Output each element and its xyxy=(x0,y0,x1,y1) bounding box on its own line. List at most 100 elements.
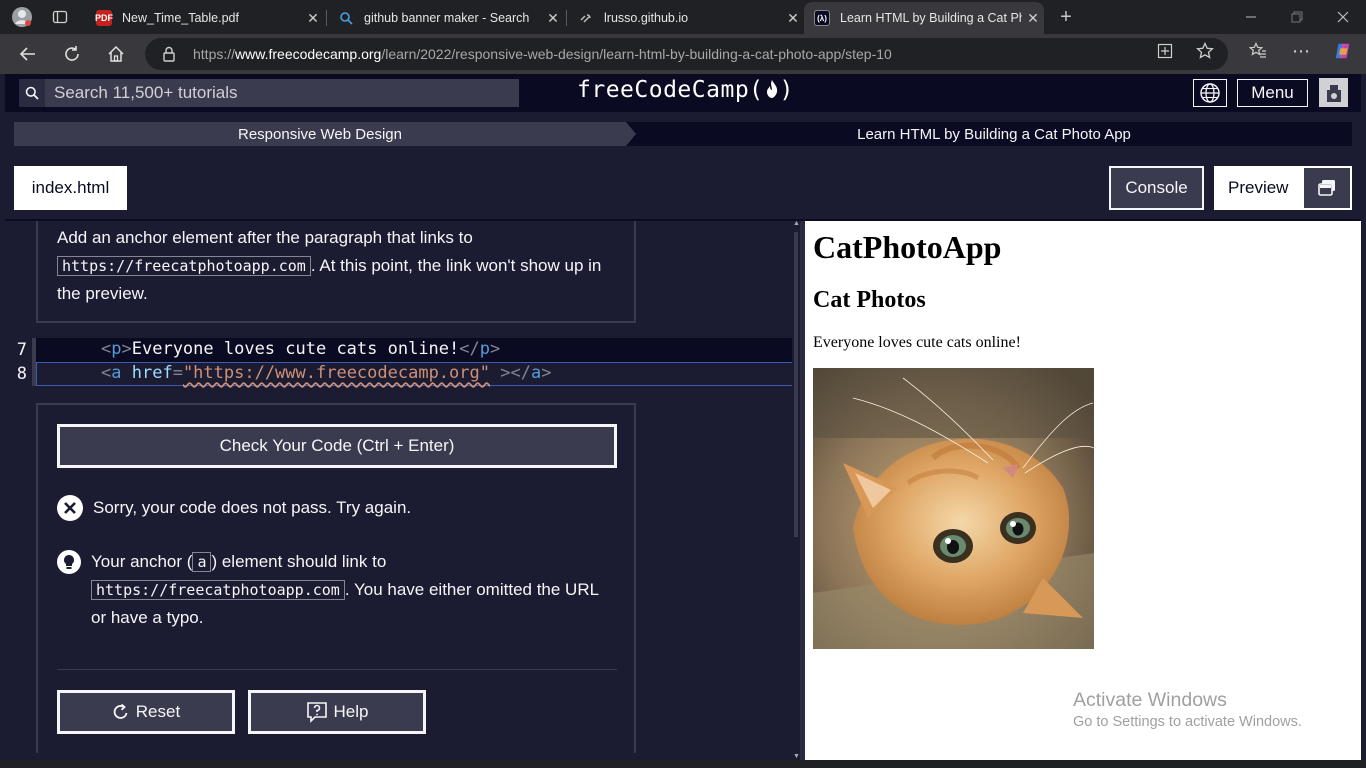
instructions-url-code: https://freecatphotoapp.com xyxy=(57,255,311,276)
tab-title: github banner maker - Search xyxy=(364,11,530,25)
more-options-icon[interactable]: ⋯ xyxy=(1291,41,1311,61)
avatar[interactable] xyxy=(1319,78,1348,107)
back-icon[interactable] xyxy=(14,40,42,68)
search-input[interactable]: Search 11,500+ tutorials xyxy=(19,79,519,107)
token: </ xyxy=(510,363,531,383)
url-text[interactable]: https://www.freecodecamp.org/learn/2022/… xyxy=(193,46,892,62)
token: Everyone loves cute cats online! xyxy=(131,339,460,359)
token: > xyxy=(500,363,511,383)
preview-button[interactable]: Preview xyxy=(1214,166,1352,210)
search-placeholder: Search 11,500+ tutorials xyxy=(54,83,238,102)
copilot-icon[interactable] xyxy=(1333,41,1353,61)
tab-fcc-active[interactable]: (λ) Learn HTML by Building a Cat Pho ✕ xyxy=(804,2,1044,34)
tab-lrusso[interactable]: lrusso.github.io ✕ xyxy=(568,2,804,34)
hint-text-line1: Your anchor (a) element should link to xyxy=(91,548,617,576)
close-icon[interactable]: ✕ xyxy=(782,10,804,27)
window-bottom-edge xyxy=(0,760,1366,768)
token: < xyxy=(101,363,112,383)
hint-code-tag: a xyxy=(192,552,212,572)
reset-button[interactable]: Reset xyxy=(57,690,235,734)
tab-pdf[interactable]: PDF New_Time_Table.pdf ✕ xyxy=(86,2,324,34)
token: a xyxy=(111,363,122,383)
preview-label: Preview xyxy=(1228,178,1289,197)
close-circle-icon xyxy=(57,495,83,521)
check-code-button[interactable]: Check Your Code (Ctrl + Enter) xyxy=(57,424,617,468)
line-number: 7 xyxy=(16,340,27,360)
page-icon xyxy=(578,10,594,26)
flame-icon xyxy=(766,80,777,98)
lock-icon[interactable] xyxy=(162,46,176,62)
window-close-icon[interactable] xyxy=(1320,0,1366,34)
tab-title: New_Time_Table.pdf xyxy=(122,11,239,25)
address-bar[interactable]: https://www.freecodecamp.org/learn/2022/… xyxy=(145,38,1228,70)
token: p xyxy=(479,339,490,359)
editor-scrollbar-thumb[interactable] xyxy=(794,232,798,537)
favorites-icon[interactable] xyxy=(1248,41,1268,61)
code-line-7[interactable]: <p>Everyone loves cute cats online!</p> xyxy=(36,338,800,362)
reset-label: Reset xyxy=(135,702,181,721)
close-icon[interactable]: ✕ xyxy=(542,10,564,27)
help-icon xyxy=(306,702,327,723)
url-path: /learn/2022/responsive-web-design/learn-… xyxy=(381,46,892,62)
pdf-icon: PDF xyxy=(95,10,113,26)
home-icon[interactable] xyxy=(102,40,130,68)
tab-actions-icon[interactable] xyxy=(48,5,72,29)
url-domain: www.freecodecamp.org xyxy=(235,46,382,62)
profile-icon[interactable] xyxy=(10,5,34,29)
console-button[interactable]: Console xyxy=(1109,166,1204,210)
search-icon[interactable] xyxy=(19,79,45,107)
breadcrumb-arrow xyxy=(626,122,636,146)
new-tab-icon[interactable]: + xyxy=(1054,5,1078,29)
tab-search[interactable]: github banner maker - Search ✕ xyxy=(328,2,564,34)
language-globe-button[interactable] xyxy=(1193,79,1227,107)
code-text: <p>Everyone loves cute cats online!</p> xyxy=(101,339,500,359)
fcc-header: Search 11,500+ tutorials freeCodeCamp() … xyxy=(5,74,1361,112)
help-button[interactable]: Help xyxy=(248,690,426,734)
hint-code-url: https://freecatphotoapp.com xyxy=(91,580,345,600)
preview-paragraph: Everyone loves cute cats online! xyxy=(813,334,1021,351)
lightbulb-icon xyxy=(57,550,81,574)
help-label: Help xyxy=(333,702,369,721)
globe-icon xyxy=(1200,83,1220,103)
token: "https://www.freecodecamp.org" xyxy=(182,363,490,383)
fcc-icon: (λ) xyxy=(814,10,830,26)
hint-message: Your anchor (a) element should link to h… xyxy=(57,548,617,632)
token: > xyxy=(490,339,501,359)
code-line-8[interactable]: <a href="https://www.freecodecamp.org" >… xyxy=(36,362,800,386)
token: > xyxy=(541,363,552,383)
token: a xyxy=(530,363,542,383)
reset-icon xyxy=(113,703,128,719)
preview-popout-icon[interactable] xyxy=(1304,168,1350,208)
close-icon[interactable]: ✕ xyxy=(1022,10,1044,27)
fcc-logo[interactable]: freeCodeCamp() xyxy=(577,77,794,103)
token: href xyxy=(121,363,173,383)
favorite-star-icon[interactable] xyxy=(1195,41,1215,61)
file-tab-index-html[interactable]: index.html xyxy=(14,166,127,210)
restore-icon[interactable] xyxy=(1274,0,1320,34)
breadcrumb-project[interactable]: Learn HTML by Building a Cat Photo App xyxy=(636,122,1352,146)
instructions-text-start: Add an anchor element after the paragrap… xyxy=(57,228,473,247)
scroll-up-icon[interactable]: ▲ xyxy=(793,220,800,227)
token: p xyxy=(111,339,122,359)
minimize-icon[interactable] xyxy=(1228,0,1274,34)
token: > xyxy=(121,339,132,359)
logo-text: freeCodeCamp( xyxy=(577,77,764,103)
hint-text-line2: https://freecatphotoapp.com. You have ei… xyxy=(91,576,617,632)
windows-watermark-title: Activate Windows xyxy=(1073,689,1227,711)
divider xyxy=(57,669,617,670)
breadcrumb-course[interactable]: Responsive Web Design xyxy=(14,122,626,146)
close-icon[interactable]: ✕ xyxy=(302,10,324,27)
windows-watermark-subtitle: Go to Settings to activate Windows. xyxy=(1073,714,1302,730)
browser-tab-bar: PDF New_Time_Table.pdf ✕ github banner m… xyxy=(0,0,1366,34)
app-available-icon[interactable] xyxy=(1155,41,1175,61)
hint-text: Your anchor ( xyxy=(91,552,193,571)
code-text: <a href="https://www.freecodecamp.org" >… xyxy=(101,363,551,383)
url-scheme: https:// xyxy=(193,46,236,62)
breadcrumb: Responsive Web Design Learn HTML by Buil… xyxy=(14,122,1352,146)
code-editor[interactable]: 7 8 <p>Everyone loves cute cats online!<… xyxy=(5,338,800,388)
refresh-icon[interactable] xyxy=(58,40,86,68)
menu-button[interactable]: Menu xyxy=(1237,79,1308,107)
instructions-text: Add an anchor element after the paragrap… xyxy=(57,224,627,308)
editor-pane: Add an anchor element after the paragrap… xyxy=(5,221,800,760)
